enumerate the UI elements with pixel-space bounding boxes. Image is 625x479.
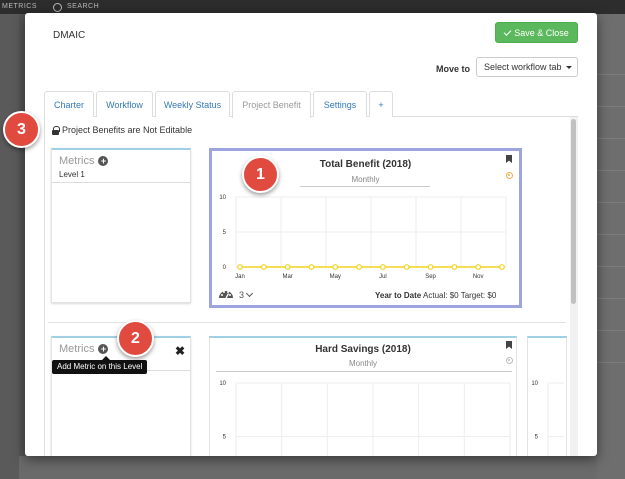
callout-badge-2: 2: [117, 320, 154, 357]
ytd-actual: Actual: $0: [423, 291, 459, 300]
tab-add[interactable]: +: [369, 91, 393, 117]
data-point: [475, 264, 482, 270]
tab-weekly-status[interactable]: Weekly Status: [155, 91, 230, 117]
tab-settings[interactable]: Settings: [313, 91, 367, 117]
background-right-panel: [597, 14, 625, 479]
third-chart-panel[interactable]: 10 5: [527, 336, 567, 456]
tab-project-benefit[interactable]: Project Benefit: [232, 91, 311, 118]
data-point: [403, 264, 410, 270]
tab-bar: Charter Workflow Weekly Status Project B…: [44, 91, 578, 118]
save-close-button[interactable]: Save & Close: [495, 22, 578, 43]
data-point: [237, 264, 243, 270]
data-point: [380, 264, 386, 270]
dmaic-modal: DMAIC Save & Close Move to Select workfl…: [25, 13, 597, 456]
chart-count[interactable]: 3: [239, 289, 254, 300]
background-bottom-panel: [19, 456, 597, 479]
modal-title: DMAIC: [53, 30, 86, 41]
data-point: [499, 264, 505, 270]
x-tick-label: Jan: [235, 274, 245, 280]
x-tick-label: Mar: [282, 274, 292, 280]
background-topbar: METRICS SEARCH: [0, 0, 625, 14]
data-point: [332, 264, 339, 270]
ytd-target: Target: $0: [460, 291, 497, 300]
background-nav-label: METRICS: [2, 3, 37, 10]
data-point: [427, 264, 434, 270]
chart-title: Hard Savings (2018): [315, 344, 411, 355]
scrollbar-thumb[interactable]: [571, 119, 576, 304]
caret-down-icon: [565, 65, 572, 69]
hard-savings-chart-panel[interactable]: Hard Savings (2018) Monthly 10 5: [209, 336, 517, 456]
close-icon[interactable]: ✖: [175, 344, 185, 358]
data-point: [451, 264, 458, 270]
x-tick-label: May: [330, 274, 341, 280]
tab-charter[interactable]: Charter: [44, 91, 94, 117]
not-editable-text: Project Benefits are Not Editable: [62, 125, 193, 135]
chevron-down-icon: [245, 289, 254, 298]
metrics-label: Metrics: [59, 343, 95, 355]
metrics-panel-level-2: Metrics + ✖: [51, 336, 191, 456]
x-tick-label: Jul: [379, 274, 387, 280]
move-to-label: Move to: [436, 64, 471, 74]
metrics-panel-level-1: Metrics + Level 1: [51, 148, 191, 303]
metrics-header: Metrics +: [59, 343, 109, 355]
status-dot-icon: [506, 357, 513, 364]
hard-savings-plot: 10 5: [219, 381, 511, 456]
add-metric-tooltip: Add Metric on this Level: [52, 356, 148, 374]
level-label: Level 1: [59, 170, 85, 179]
move-to-select[interactable]: Select workflow tab: [476, 57, 578, 77]
y-tick-label: 0: [223, 265, 227, 271]
search-icon: [53, 3, 62, 12]
status-dot-icon: [506, 172, 513, 179]
total-benefit-plot: 10 5 0 Jan Mar May Jul Sep Nov: [219, 195, 507, 280]
check-icon: [503, 27, 512, 36]
y-tick-label: 5: [223, 435, 227, 441]
chart-subtitle: Monthly: [348, 359, 377, 368]
add-metric-icon[interactable]: +: [98, 344, 109, 354]
metrics-header: Metrics +: [59, 155, 109, 167]
lock-icon: [52, 125, 60, 135]
save-close-label: Save & Close: [514, 27, 569, 38]
metrics-label: Metrics: [59, 155, 95, 167]
y-tick-label: 10: [531, 381, 538, 387]
not-editable-notice: Project Benefits are Not Editable: [52, 125, 192, 135]
gauge-icon[interactable]: [218, 288, 234, 299]
x-tick-label: Sep: [425, 274, 436, 280]
x-tick-label: Nov: [473, 274, 484, 280]
tab-workflow[interactable]: Workflow: [96, 91, 153, 117]
background-search-label: SEARCH: [67, 3, 100, 10]
data-point: [260, 264, 267, 270]
move-to-select-value: Select workflow tab: [484, 62, 562, 72]
chart-title-rule: [216, 371, 512, 372]
ytd-label: Year to Date: [375, 291, 422, 300]
data-point: [308, 264, 315, 270]
add-metric-icon[interactable]: +: [98, 156, 109, 166]
chart-title-rule: [300, 186, 430, 187]
y-tick-label: 10: [219, 195, 226, 201]
y-tick-label: 5: [223, 230, 227, 236]
metrics-divider: [52, 182, 190, 183]
data-point: [284, 264, 291, 270]
chart-count-value: 3: [239, 290, 245, 300]
callout-badge-1: 1: [242, 156, 279, 193]
data-point: [356, 264, 362, 270]
y-tick-label: 10: [219, 381, 226, 387]
background-left-panel: [0, 14, 19, 479]
callout-badge-3: 3: [3, 111, 40, 148]
year-to-date-summary: Year to Date Actual: $0 Target: $0: [375, 291, 496, 300]
y-tick-label: 5: [535, 435, 539, 441]
third-chart-plot: 10 5: [531, 381, 564, 456]
